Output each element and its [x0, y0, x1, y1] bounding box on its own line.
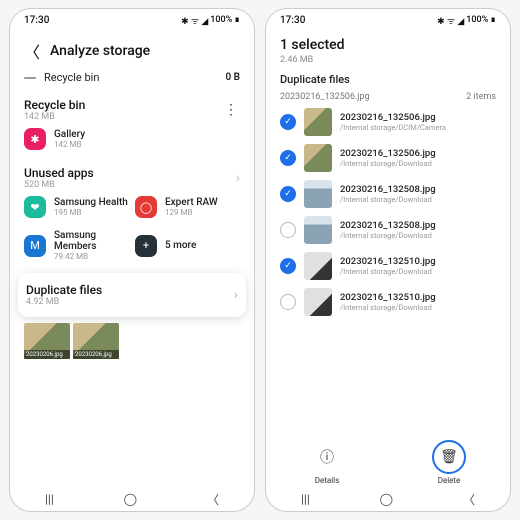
phone-left: 17:30 ✱ ᯤ ◢ 100%∎ 〈 Analyze storage Recy…: [9, 8, 255, 512]
file-thumb: [304, 144, 332, 172]
details-button[interactable]: ⓘ Details: [307, 440, 347, 485]
delete-button[interactable]: 🗑 Delete: [429, 440, 469, 485]
app-expert-raw[interactable]: ◯ Expert RAW129 MB: [135, 190, 240, 224]
status-icons: ✱ ᯤ ◢ 100%∎: [181, 14, 240, 27]
section-size: 142 MB: [24, 112, 222, 122]
nav-home[interactable]: ◯: [380, 492, 393, 506]
recycle-bin-row[interactable]: Recycle bin 0 B: [24, 67, 240, 88]
status-icons: ✱ ᯤ ◢ 100%∎: [437, 14, 496, 27]
file-row[interactable]: 20230216_132510.jpg/Internal storage/Dow…: [280, 284, 496, 320]
unused-head[interactable]: Unused apps 520 MB ›: [24, 166, 240, 190]
phone-right: 17:30 ✱ ᯤ ◢ 100%∎ 1 selected 2.46 MB Dup…: [265, 8, 511, 512]
file-row[interactable]: 20230216_132508.jpg/Internal storage/Dow…: [280, 176, 496, 212]
header: 〈 Analyze storage: [10, 31, 254, 67]
health-icon: ❤: [24, 196, 46, 218]
checkbox[interactable]: [280, 150, 296, 166]
plus-icon: +: [135, 235, 157, 257]
thumb[interactable]: 20230206.jpg: [73, 323, 119, 359]
file-thumb: [304, 252, 332, 280]
file-thumb: [304, 180, 332, 208]
file-row[interactable]: 20230216_132506.jpg/Internal storage/Dow…: [280, 140, 496, 176]
checkbox[interactable]: [280, 114, 296, 130]
checkbox[interactable]: [280, 294, 296, 310]
section-name: Recycle bin: [24, 98, 222, 112]
file-row[interactable]: 20230216_132510.jpg/Internal storage/Dow…: [280, 248, 496, 284]
dup-thumbs: 20230206.jpg 20230206.jpg: [24, 323, 240, 363]
row-label: Recycle bin: [44, 71, 217, 84]
members-icon: M: [24, 235, 46, 257]
file-thumb: [304, 108, 332, 136]
nav-back[interactable]: 〈: [463, 491, 475, 508]
recycle-section: Recycle bin 142 MB ⋮ ✱ Gallery 142 MB: [24, 98, 240, 156]
file-row[interactable]: 20230216_132506.jpg/Internal storage/DCI…: [280, 104, 496, 140]
back-icon[interactable]: 〈: [24, 39, 40, 63]
app-more[interactable]: + 5 more: [135, 224, 240, 267]
group-header: 20230216_132506.jpg 2 items: [280, 88, 496, 104]
nav-bar: ||| ◯ 〈: [10, 487, 254, 511]
gallery-icon: ✱: [24, 128, 46, 150]
duplicate-files-card[interactable]: Duplicate files 4.92 MB ›: [18, 273, 246, 317]
nav-recents[interactable]: |||: [301, 492, 310, 506]
file-thumb: [304, 216, 332, 244]
app-samsung-members[interactable]: M Samsung Members79.42 MB: [24, 224, 129, 267]
status-time: 17:30: [280, 15, 305, 26]
info-icon: ⓘ: [310, 440, 344, 474]
trash-icon: 🗑: [432, 440, 466, 474]
checkbox[interactable]: [280, 186, 296, 202]
checkbox[interactable]: [280, 222, 296, 238]
nav-recents[interactable]: |||: [45, 492, 54, 506]
section-title: Duplicate files: [280, 67, 496, 88]
chevron-right-icon: ›: [236, 170, 240, 186]
bottom-bar: ⓘ Details 🗑 Delete: [266, 439, 510, 487]
more-icon[interactable]: ⋮: [222, 102, 240, 118]
status-bar: 17:30 ✱ ᯤ ◢ 100%∎: [10, 9, 254, 31]
app-gallery[interactable]: ✱ Gallery 142 MB: [24, 122, 240, 156]
unused-section: Unused apps 520 MB › ❤ Samsung Health195…: [24, 166, 240, 267]
file-row[interactable]: 20230216_132508.jpg/Internal storage/Dow…: [280, 212, 496, 248]
selection-size: 2.46 MB: [280, 55, 496, 65]
row-value: 0 B: [225, 72, 240, 83]
checkbox[interactable]: [280, 258, 296, 274]
thumb[interactable]: 20230206.jpg: [24, 323, 70, 359]
page-title: Analyze storage: [50, 43, 150, 59]
nav-back[interactable]: 〈: [207, 491, 219, 508]
minus-icon: [24, 77, 36, 79]
app-samsung-health[interactable]: ❤ Samsung Health195 MB: [24, 190, 129, 224]
status-bar: 17:30 ✱ ᯤ ◢ 100%∎: [266, 9, 510, 31]
chevron-right-icon: ›: [234, 287, 238, 303]
status-time: 17:30: [24, 15, 49, 26]
expertraw-icon: ◯: [135, 196, 157, 218]
file-thumb: [304, 288, 332, 316]
selection-title: 1 selected: [280, 37, 496, 53]
nav-home[interactable]: ◯: [124, 492, 137, 506]
nav-bar: ||| ◯ 〈: [266, 487, 510, 511]
